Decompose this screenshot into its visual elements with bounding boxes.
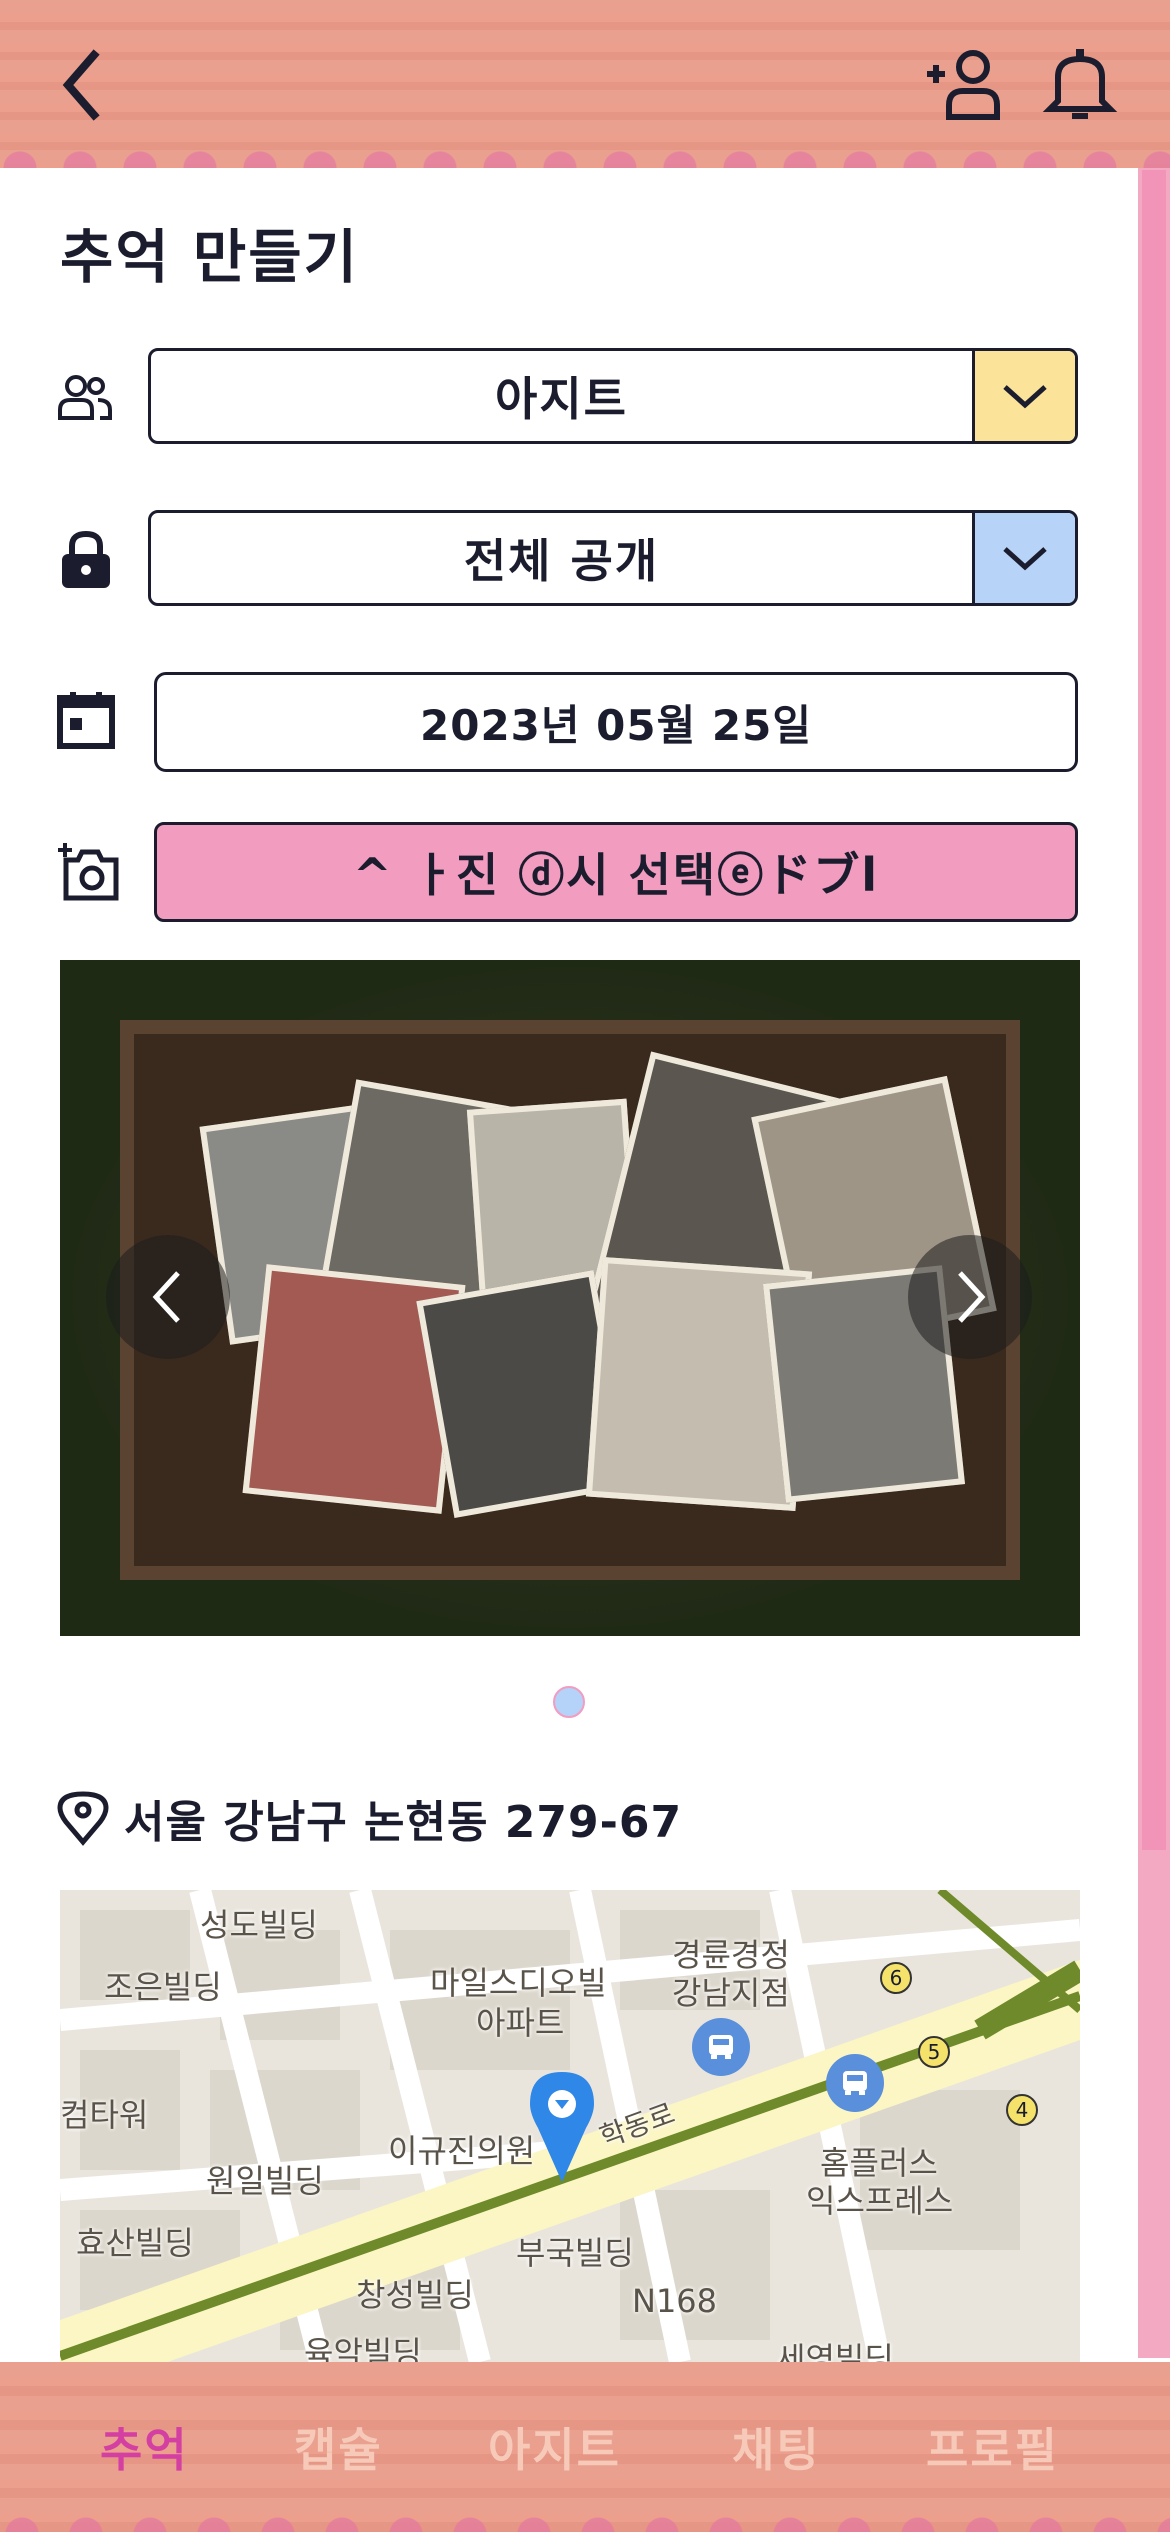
map-label: 컴타워 [60,2096,149,2134]
select-photos-button[interactable]: ^ ㅏ진 ⓓ시 선택ⓔドブl [154,822,1078,922]
tab-capsule[interactable]: 캡슐 [294,2414,383,2480]
route-badge: 5 [918,2036,950,2068]
date-picker[interactable]: 2023년 05월 25일 [154,672,1078,772]
map-label: 원일빌딩 [206,2162,324,2200]
tab-profile[interactable]: 프로필 [926,2414,1059,2480]
map-label: 조은빌딩 [104,1968,222,2006]
chevron-right-icon [958,1271,986,1323]
calendar-icon [57,692,115,749]
add-person-icon [927,50,1000,120]
visibility-select-value: 전체 공개 [463,534,660,588]
back-button[interactable] [40,40,120,130]
location-map[interactable]: 성도빌딩 조은빌딩 마일스디오빌 아파트 경륜경정 강남지점 컴타워 원일빌딩 … [60,1890,1080,2362]
carousel-prev-button[interactable] [106,1235,230,1359]
group-select[interactable]: 아지트 [148,348,1078,444]
map-label: 강남지점 [672,1974,790,2012]
map-label: 아파트 [476,2004,565,2042]
location-pin-icon [57,1791,109,1846]
add-camera-icon [58,843,119,901]
tab-chat[interactable]: 채팅 [732,2414,821,2480]
scrollbar-thumb[interactable] [1142,170,1166,1850]
visibility-select[interactable]: 전체 공개 [148,510,1078,606]
carousel-image [120,1020,1020,1580]
group-select-value: 아지트 [495,372,628,426]
carousel-next-button[interactable] [908,1235,1032,1359]
carousel-page-indicator[interactable] [553,1686,585,1718]
bus-stop-icon[interactable] [826,2054,884,2112]
tab-hideout[interactable]: 아지트 [488,2414,621,2480]
map-label: 익스프레스 [806,2182,954,2220]
photo-carousel[interactable] [60,960,1080,1636]
chevron-left-icon [152,1271,180,1323]
map-label: 부국빌딩 [516,2234,634,2272]
route-badge: 4 [1006,2094,1038,2126]
map-label: 성도빌딩 [200,1906,318,1944]
notifications-button[interactable] [1030,40,1130,130]
location-row: 서울 강남구 논현동 279-67 [56,1786,682,1850]
bell-icon [1042,49,1118,119]
lock-icon [62,530,110,588]
group-select-toggle[interactable] [972,351,1075,441]
route-badge: 6 [880,1962,912,1994]
map-marker-icon[interactable] [530,2072,594,2184]
tab-memories[interactable]: 추억 [100,2414,189,2480]
location-address: 서울 강남구 논현동 279-67 [124,1797,683,1848]
map-label: 육악빌딩 [304,2334,422,2362]
people-icon [58,375,112,420]
map-label: 이규진의원 [388,2132,536,2170]
visibility-select-toggle[interactable] [972,513,1075,603]
add-friend-button[interactable] [920,40,1010,130]
page-title: 추억 만들기 [60,223,359,291]
map-label: 세영빌딩 [776,2340,894,2362]
map-label: N168 [632,2282,718,2320]
bus-stop-icon[interactable] [692,2018,750,2076]
chevron-down-icon [1003,547,1047,571]
map-label: 창성빌딩 [356,2276,474,2314]
chevron-left-icon [62,49,100,121]
chevron-down-icon [1003,385,1047,409]
map-label: 효산빌딩 [76,2224,194,2262]
